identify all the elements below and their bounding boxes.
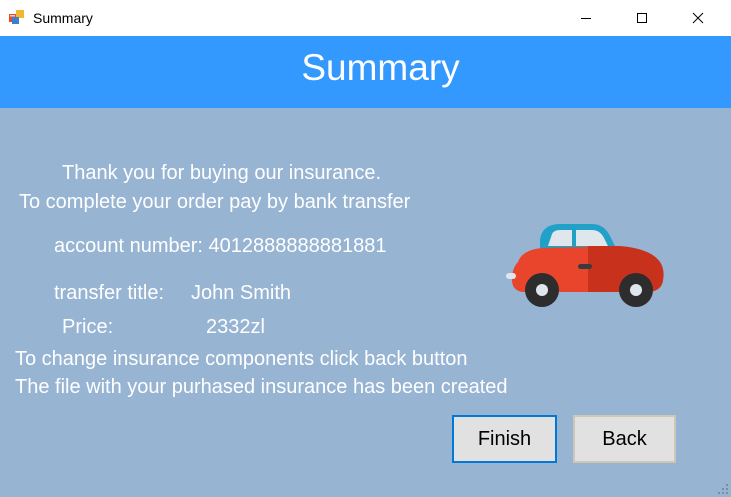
complete-order-text: To complete your order pay by bank trans… <box>19 191 411 213</box>
finish-button[interactable]: Finish <box>452 415 557 463</box>
maximize-icon <box>637 13 647 23</box>
title-bar[interactable]: Summary <box>0 0 731 36</box>
transfer-title-label: transfer title: <box>54 282 165 304</box>
app-icon <box>9 10 24 24</box>
close-button[interactable] <box>675 0 721 36</box>
price-value: 2332zl <box>206 316 265 338</box>
minimize-button[interactable] <box>563 0 609 36</box>
car-icon <box>506 224 664 307</box>
price-label: Price: <box>62 316 114 338</box>
change-components-text: To change insurance components click bac… <box>15 348 468 370</box>
maximize-button[interactable] <box>619 0 665 36</box>
transfer-title-value: John Smith <box>191 282 292 304</box>
thanks-text: Thank you for buying our insurance. <box>62 162 382 184</box>
file-created-text: The file with your purhased insurance ha… <box>15 376 508 398</box>
account-number-text: account number: 4012888888881881 <box>54 235 387 257</box>
close-icon <box>692 12 704 24</box>
page-title: Summary <box>301 47 460 88</box>
window-title: Summary <box>33 10 93 26</box>
minimize-icon <box>581 18 591 19</box>
summary-window: Summary Summary Thank you for buying our… <box>0 0 731 497</box>
back-button[interactable]: Back <box>573 415 676 463</box>
resize-grip-icon[interactable] <box>717 483 729 495</box>
